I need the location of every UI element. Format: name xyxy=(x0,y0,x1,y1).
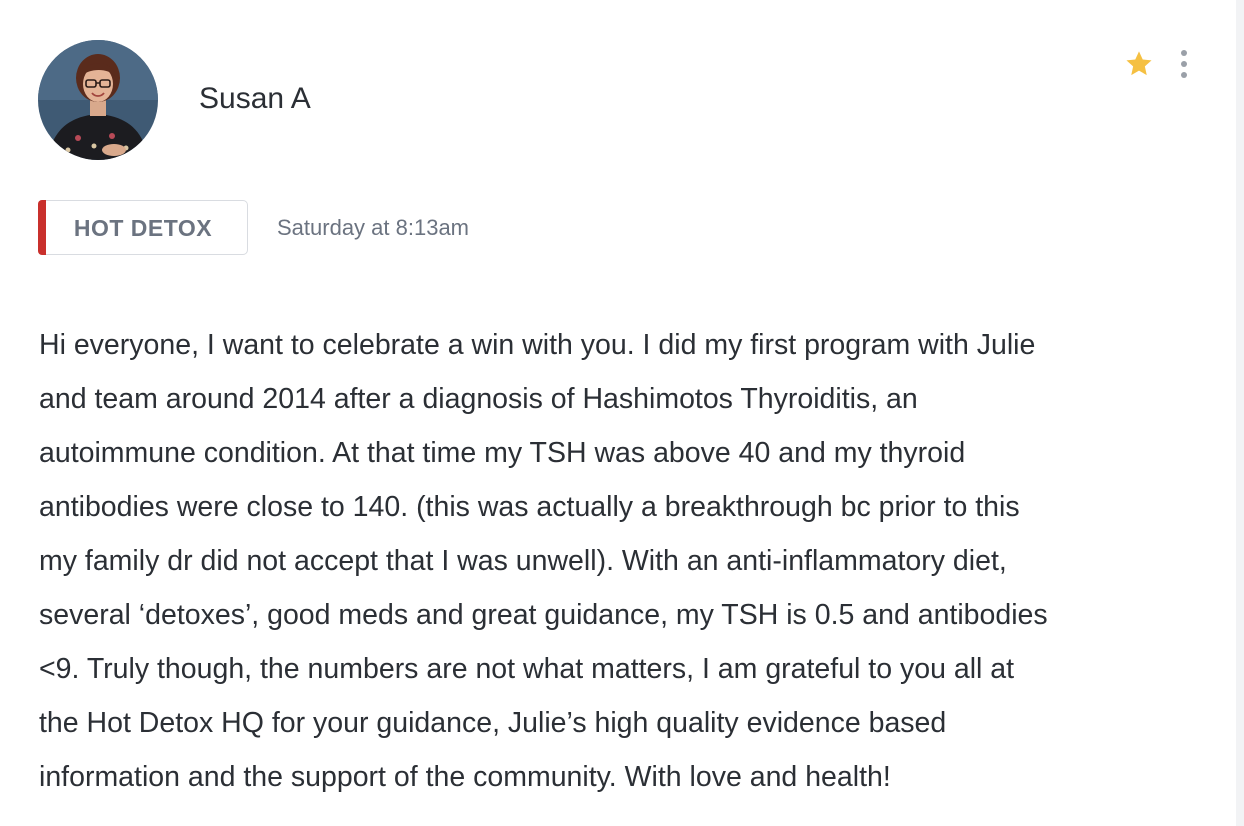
menu-dot xyxy=(1181,61,1187,67)
more-options-icon[interactable] xyxy=(1172,46,1196,82)
star-icon[interactable] xyxy=(1123,48,1155,80)
post-body: Hi everyone, I want to celebrate a win w… xyxy=(39,318,1199,804)
scrollbar-track[interactable] xyxy=(1236,0,1244,826)
body-line: autoimmune condition. At that time my TS… xyxy=(39,437,966,469)
author-avatar[interactable] xyxy=(38,40,158,160)
body-line: the Hot Detox HQ for your guidance, Juli… xyxy=(39,707,947,739)
author-name[interactable]: Susan A xyxy=(199,82,311,116)
body-line: several ‘detoxes’, good meds and great g… xyxy=(39,599,1048,631)
body-line: <9. Truly though, the numbers are not wh… xyxy=(39,653,1015,685)
avatar-photo-icon xyxy=(38,40,158,160)
category-tag[interactable]: HOT DETOX xyxy=(38,200,248,255)
body-line: and team around 2014 after a diagnosis o… xyxy=(39,383,918,415)
post-timestamp: Saturday at 8:13am xyxy=(277,215,470,240)
category-label: HOT DETOX xyxy=(73,215,213,241)
body-line: Hi everyone, I want to celebrate a win w… xyxy=(39,329,1036,361)
body-line: information and the support of the commu… xyxy=(39,761,891,793)
body-line: my family dr did not accept that I was u… xyxy=(39,545,1007,577)
menu-dot xyxy=(1181,50,1187,56)
body-line: antibodies were close to 140. (this was … xyxy=(39,491,1020,523)
menu-dot xyxy=(1181,72,1187,78)
post-card: Susan A HOT DETOX Saturday at 8:13am Hi … xyxy=(0,0,1236,826)
